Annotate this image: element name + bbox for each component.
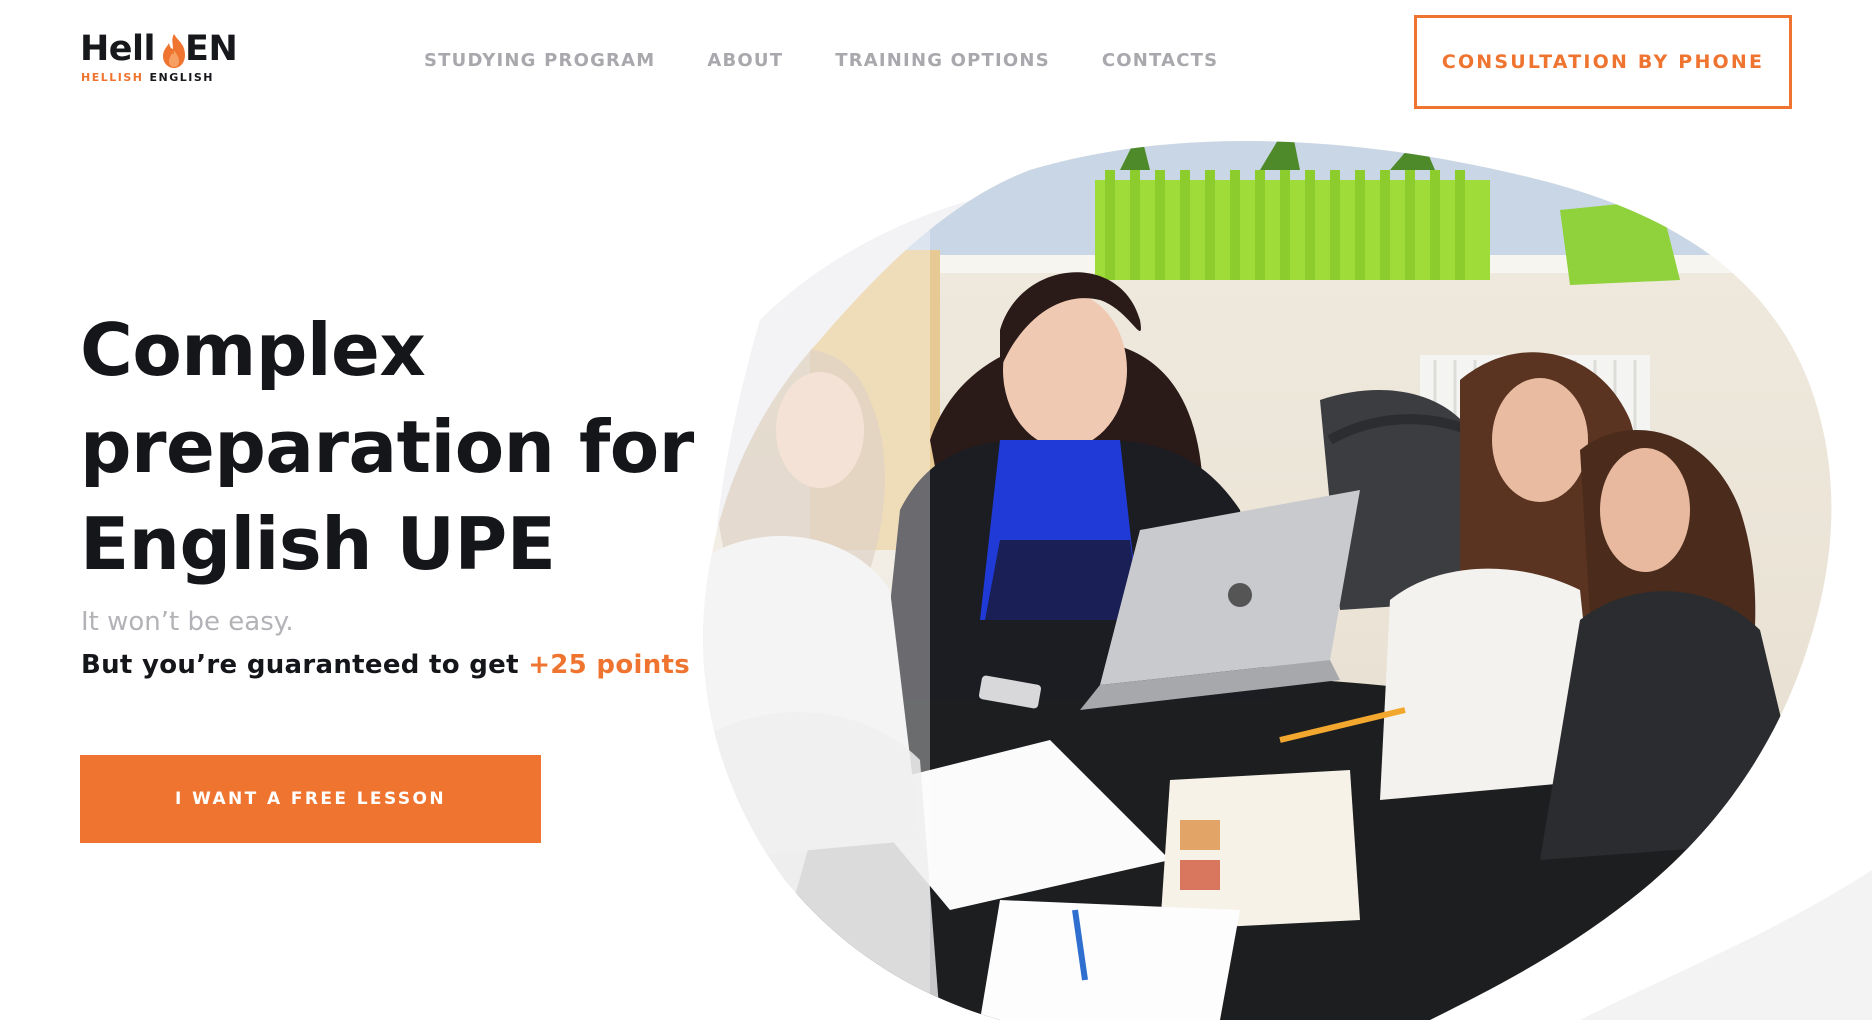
nav-item-studying-program[interactable]: STUDYING PROGRAM	[424, 50, 655, 72]
flame-icon	[163, 34, 185, 68]
hero-title-line-1: Complex	[80, 308, 426, 392]
logo-tagline-hellish: HELLISH	[81, 71, 144, 84]
logo-tagline: HELLISH ENGLISH	[81, 71, 214, 85]
nav-item-contacts[interactable]: CONTACTS	[1102, 50, 1218, 72]
logo-word-right: EN	[185, 29, 238, 69]
hero-title-line-2: preparation for	[80, 405, 694, 489]
hero-photo	[703, 141, 1872, 1020]
hero-subtitle: It won’t be easy.	[81, 607, 294, 637]
hero-title-line-3: English UPE	[80, 502, 556, 586]
hero-title: Complex preparation for English UPE	[80, 302, 760, 593]
nav-item-training-options[interactable]: TRAINING OPTIONS	[835, 50, 1050, 72]
consultation-by-phone-button[interactable]: CONSULTATION BY PHONE	[1414, 15, 1792, 109]
main-nav: STUDYING PROGRAM ABOUT TRAINING OPTIONS …	[424, 50, 1218, 72]
hero-guarantee-points: +25 points	[528, 650, 691, 680]
hero-guarantee-text: But you’re guaranteed to get	[81, 650, 529, 680]
logo-tagline-english: ENGLISH	[149, 71, 214, 84]
free-lesson-button[interactable]: I WANT A FREE LESSON	[80, 755, 541, 843]
logo-word-left: Hell	[80, 29, 156, 69]
logo[interactable]: Hell EN HELLISH ENGLISH	[80, 28, 250, 88]
nav-item-about[interactable]: ABOUT	[707, 50, 783, 72]
hero-guarantee: But you’re guaranteed to get +25 points	[81, 648, 690, 682]
